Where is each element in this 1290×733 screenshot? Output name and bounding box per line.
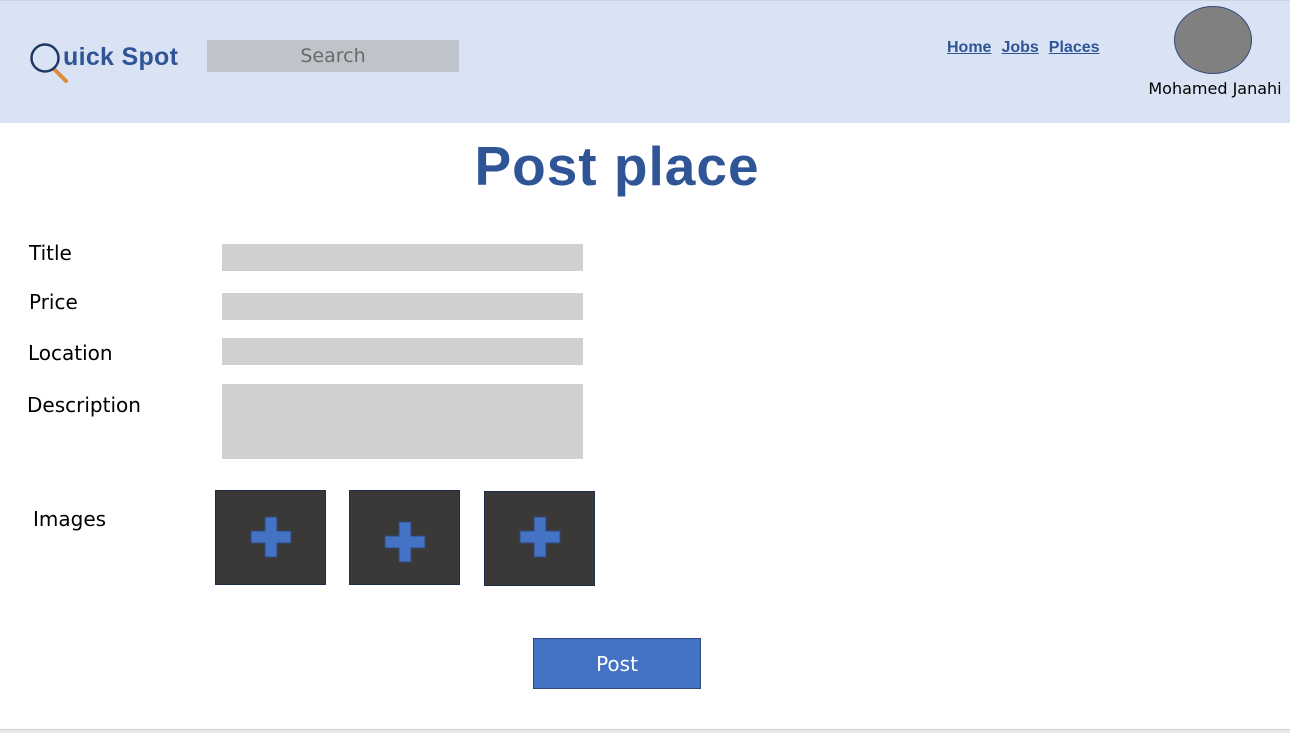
image-upload-slot-2[interactable] — [349, 490, 460, 585]
user-name: Mohamed Janahi — [1148, 79, 1282, 98]
logo[interactable]: uick Spot — [28, 41, 198, 85]
plus-icon — [518, 515, 562, 559]
post-button[interactable]: Post — [533, 638, 701, 689]
description-field[interactable] — [222, 384, 583, 459]
image-upload-slot-1[interactable] — [215, 490, 326, 585]
nav-link-places[interactable]: Places — [1049, 39, 1100, 57]
title-field[interactable] — [222, 244, 583, 271]
price-field[interactable] — [222, 293, 583, 320]
bottom-divider — [0, 729, 1290, 733]
price-label: Price — [29, 290, 78, 314]
logo-text: uick Spot — [63, 43, 179, 71]
plus-icon — [383, 520, 427, 564]
nav-link-home[interactable]: Home — [947, 39, 991, 57]
page: uick Spot Home Jobs Places Mohamed Janah… — [0, 0, 1290, 733]
plus-icon — [249, 515, 293, 559]
location-label: Location — [28, 341, 113, 365]
avatar[interactable] — [1174, 6, 1252, 74]
description-label: Description — [27, 393, 141, 417]
header: uick Spot Home Jobs Places Mohamed Janah… — [0, 0, 1290, 123]
page-title: Post place — [474, 135, 760, 197]
nav-link-jobs[interactable]: Jobs — [1001, 39, 1038, 57]
location-field[interactable] — [222, 338, 583, 365]
images-label: Images — [33, 507, 107, 531]
main-nav: Home Jobs Places — [947, 39, 1100, 57]
search-input[interactable] — [207, 40, 459, 72]
image-upload-slot-3[interactable] — [484, 491, 595, 586]
title-label: Title — [29, 241, 72, 265]
